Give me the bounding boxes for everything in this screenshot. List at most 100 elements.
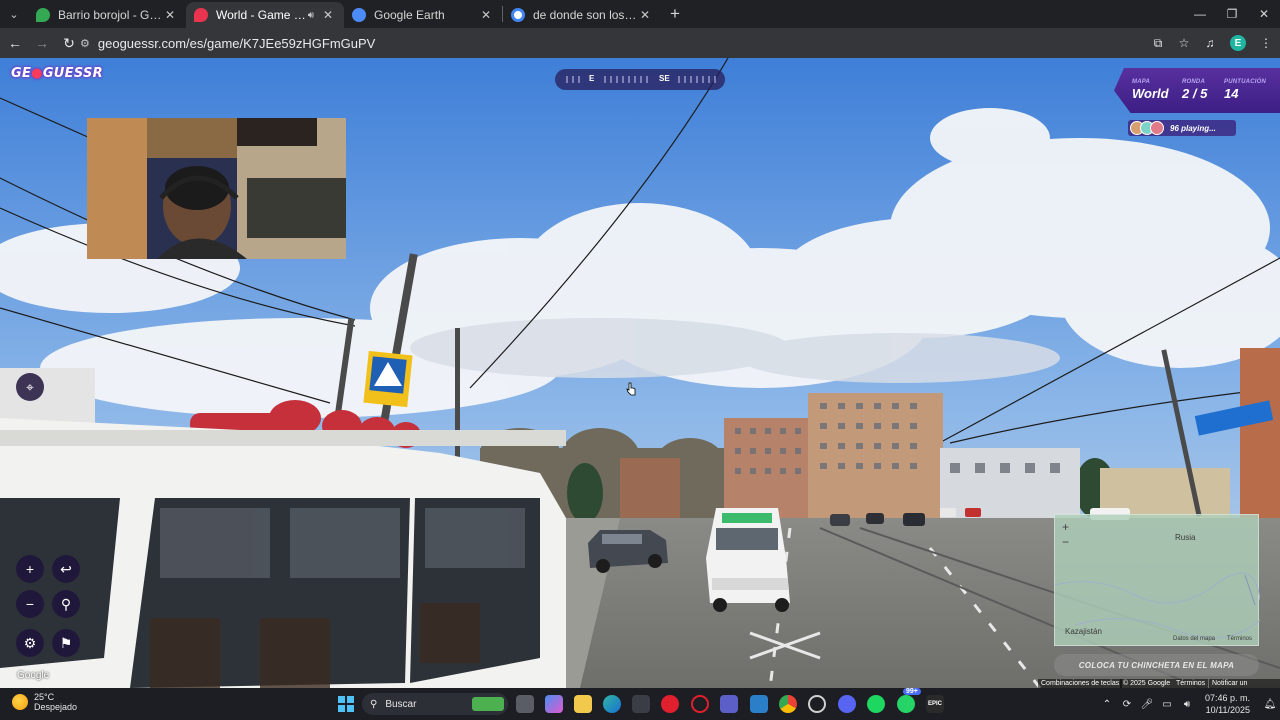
round-label: RONDA: [1182, 79, 1205, 85]
close-tab-icon[interactable]: ✕: [637, 8, 653, 22]
install-app-icon[interactable]: ⧉: [1146, 31, 1170, 55]
minimap-zoom-out-icon[interactable]: −: [1062, 535, 1069, 549]
address-bar[interactable]: ⚙ geoguessr.com/es/game/K7JEe59zHGFmGuPV: [80, 32, 1196, 54]
mouse-hand-cursor-icon: [626, 382, 636, 396]
google-earth-favicon-icon: [352, 8, 366, 22]
system-tray: ⌃ ⟳ 🎤︎ ▭ 🔊︎ 07:46 p. m. 10/11/2025 🔔︎: [1097, 688, 1280, 720]
keyboard-shortcuts-link[interactable]: Combinaciones de teclas: [1038, 679, 1123, 688]
zoom-out-button[interactable]: −: [16, 590, 44, 618]
tab-google-search[interactable]: de donde son los duendes - Bu ✕: [503, 2, 661, 28]
sync-icon[interactable]: ⟳: [1117, 699, 1137, 710]
back-arrow-icon[interactable]: ←: [3, 31, 27, 55]
restore-icon[interactable]: ❐: [1216, 0, 1248, 28]
weather-condition-text: Despejado: [34, 702, 78, 712]
edge-browser-icon[interactable]: [603, 695, 621, 713]
notification-badge: 99+: [903, 688, 921, 695]
url-text: geoguessr.com/es/game/K7JEe59zHGFmGuPV: [97, 35, 376, 51]
geoguessr-logo[interactable]: GE●GUESSR: [11, 66, 103, 81]
spotify-icon[interactable]: [867, 695, 885, 713]
tab-title: World - Game - GeoGuessr: [216, 8, 308, 22]
map-label: MAPA: [1132, 79, 1151, 85]
window-controls: — ❐ ✕: [1184, 0, 1280, 28]
return-to-start-pin-icon[interactable]: ⌖: [16, 373, 44, 401]
compass-east-label: E: [589, 74, 595, 83]
tab-google-maps[interactable]: Barrio borojol - Google Maps ✕: [28, 2, 186, 28]
close-tab-icon[interactable]: ✕: [162, 8, 178, 22]
close-tab-icon[interactable]: ✕: [478, 8, 494, 22]
players-count-text: 96 playing...: [1170, 123, 1216, 133]
windows-start-icon[interactable]: [337, 695, 355, 713]
google-maps-favicon-icon: [36, 8, 50, 22]
terms-link[interactable]: Términos: [1173, 679, 1209, 688]
epic-games-icon[interactable]: EPIC: [926, 695, 944, 713]
minimap-terms[interactable]: Términos: [1227, 636, 1252, 642]
opera-icon[interactable]: [661, 695, 679, 713]
close-tab-icon[interactable]: ✕: [320, 8, 336, 22]
speaker-icon[interactable]: 🔊︎: [308, 10, 314, 21]
undo-move-icon[interactable]: ↩: [52, 555, 80, 583]
logo-text-left: GE: [11, 66, 32, 81]
new-tab-button[interactable]: +: [661, 4, 689, 24]
temperature-text: 25°C: [34, 692, 55, 702]
minimap-label-russia: Rusia: [1175, 533, 1196, 542]
task-view-icon[interactable]: [516, 695, 534, 713]
microphone-icon[interactable]: 🎤︎: [1137, 699, 1157, 710]
notification-bell-icon[interactable]: 🔔︎: [1260, 699, 1280, 710]
score-value: 14: [1224, 86, 1239, 101]
settings-gear-icon[interactable]: ⚙: [16, 629, 44, 657]
chevron-up-icon[interactable]: ⌃: [1097, 699, 1117, 710]
file-explorer-icon[interactable]: [574, 695, 592, 713]
weather-widget[interactable]: 25°C Despejado: [12, 692, 77, 712]
clock[interactable]: 07:46 p. m. 10/11/2025: [1205, 692, 1250, 716]
guess-minimap[interactable]: + − Rusia Kazajistán Datos del mapa Térm…: [1054, 514, 1260, 646]
tab-google-earth[interactable]: Google Earth ✕: [344, 2, 502, 28]
compass-strip: E SE: [555, 69, 725, 90]
compass-southeast-label: SE: [659, 74, 670, 83]
teams-icon[interactable]: [720, 695, 738, 713]
minimize-icon[interactable]: —: [1184, 0, 1216, 28]
volume-icon[interactable]: 🔊︎: [1177, 699, 1197, 710]
minimap-zoom-in-icon[interactable]: +: [1062, 520, 1069, 534]
reload-icon[interactable]: ↻: [57, 31, 81, 55]
tab-title: Google Earth: [374, 8, 445, 22]
score-label: PUNTUACIÓN: [1224, 79, 1266, 85]
game-status-panel: MAPA World RONDA 2 / 5 PUNTUACIÓN 14: [1114, 68, 1280, 113]
time-text: 07:46 p. m.: [1204, 693, 1250, 703]
minimap-map-data[interactable]: Datos del mapa: [1173, 636, 1215, 642]
taskbar-search-box[interactable]: ⚲ Buscar: [362, 693, 508, 715]
record-icon[interactable]: [808, 695, 826, 713]
zoom-in-button[interactable]: +: [16, 555, 44, 583]
checkpoint-pin-icon[interactable]: ⚲: [52, 590, 80, 618]
tab-search-button[interactable]: ⌄: [0, 0, 28, 28]
whatsapp-icon[interactable]: 99+: [897, 688, 921, 713]
media-controls-icon[interactable]: ♫: [1198, 31, 1222, 55]
site-info-icon[interactable]: ⚙: [80, 37, 90, 50]
copyright-text: © 2025 Google: [1120, 679, 1174, 688]
menu-kebab-icon[interactable]: ⋮: [1254, 31, 1278, 55]
microsoft-store-icon[interactable]: [632, 695, 650, 713]
compass-ticks: [566, 76, 716, 83]
webcam-overlay: [87, 118, 346, 259]
profile-avatar-icon[interactable]: E: [1230, 35, 1246, 51]
minimap-label-kazakhstan: Kazajistán: [1065, 627, 1102, 636]
place-pin-button[interactable]: COLOCA TU CHINCHETA EN EL MAPA: [1054, 654, 1259, 676]
windows-taskbar: 25°C Despejado ⚲ Buscar 99+ EPIC ⌃ ⟳ 🎤︎ …: [0, 688, 1280, 720]
network-icon[interactable]: ▭: [1157, 699, 1177, 710]
google-favicon-icon: [511, 8, 525, 22]
forward-arrow-icon[interactable]: →: [30, 31, 54, 55]
photos-icon[interactable]: [750, 695, 768, 713]
bookmark-star-icon[interactable]: ☆: [1172, 31, 1196, 55]
flag-icon[interactable]: ⚑: [52, 629, 80, 657]
browser-toolbar: ← → ↻ ⚙ geoguessr.com/es/game/K7JEe59zHG…: [0, 28, 1280, 58]
discord-icon[interactable]: [838, 695, 856, 713]
copilot-icon[interactable]: [545, 695, 563, 713]
close-window-icon[interactable]: ✕: [1248, 0, 1280, 28]
player-avatar: [1150, 121, 1164, 135]
logo-text-right: GUESSR: [42, 66, 103, 81]
players-online-badge[interactable]: 96 playing...: [1128, 120, 1236, 136]
chrome-icon[interactable]: [779, 695, 797, 713]
report-problem-link[interactable]: Notificar un problema: [1209, 679, 1280, 696]
logo-pin-icon: ●: [31, 66, 43, 81]
opera-gx-icon[interactable]: [691, 695, 709, 713]
tab-geoguessr[interactable]: World - Game - GeoGuessr 🔊︎ ✕: [186, 2, 344, 28]
